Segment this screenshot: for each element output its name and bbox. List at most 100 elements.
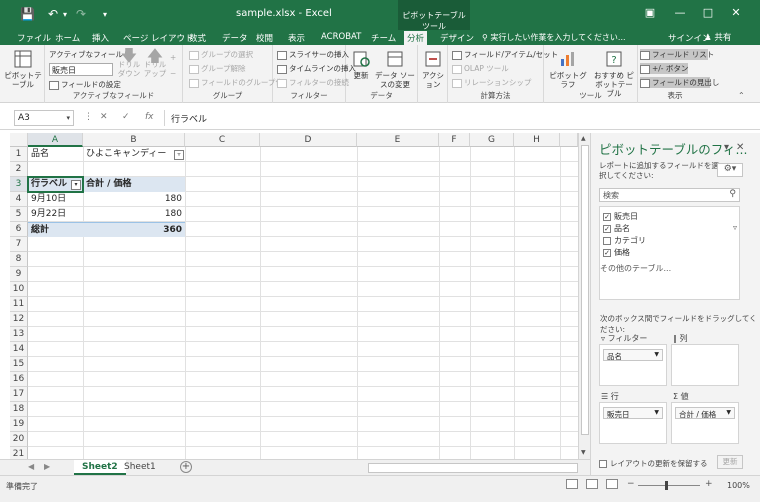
cell-a4[interactable]: 9月10日 [28,192,83,207]
zoom-level[interactable]: 100% [727,481,750,490]
cell-b5[interactable]: 180 [83,207,185,222]
fields-items-sets-button[interactable]: フィールド/アイテム/セット [452,49,558,60]
field-item-price[interactable]: ✓ 価格 [603,247,630,258]
row-header[interactable]: 2 [10,162,28,177]
tab-view[interactable]: 表示 [285,31,308,45]
cell-a5[interactable]: 9月22日 [28,207,83,222]
rows-drop-zone[interactable]: 販売日 ▼ [599,402,667,444]
field-headers-toggle[interactable]: フィールドの見出し [640,77,719,88]
checkbox-checked[interactable]: ✓ [603,212,611,221]
cell-b1[interactable]: ひよこキャンディー [83,147,171,162]
pane-close-icon[interactable]: ✕ [736,142,744,153]
expand-field-icon[interactable]: + [170,53,176,62]
vertical-scrollbar[interactable]: ▲ ▼ [578,133,590,459]
row-header[interactable]: 13 [10,327,28,342]
pane-options-icon[interactable]: ▾ [724,142,729,153]
insert-function-icon[interactable]: fx [145,112,154,122]
values-drop-zone[interactable]: 合計 / 価格 ▼ [671,402,739,444]
insert-timeline-button[interactable]: タイムラインの挿入 [277,63,356,74]
maximize-icon[interactable]: □ [698,6,718,22]
pivottable-options-button[interactable]: ピボットテーブル [4,49,42,89]
row-header[interactable]: 14 [10,342,28,357]
tab-data[interactable]: データ [219,31,251,45]
insert-slicer-button[interactable]: スライサーの挿入 [277,49,349,60]
checkbox-unchecked[interactable] [599,460,607,468]
row-header[interactable]: 6 [10,222,28,237]
column-header-b[interactable]: B [83,133,185,147]
row-header[interactable]: 11 [10,297,28,312]
collapse-field-icon[interactable]: − [170,69,176,78]
row-header[interactable]: 17 [10,387,28,402]
column-header-g[interactable]: G [470,133,514,147]
tab-file[interactable]: ファイル [14,31,54,45]
field-item-product-name[interactable]: ✓ 品名 ▿ [603,223,741,234]
cell-a6[interactable]: 総計 [28,222,83,237]
customize-qat-icon[interactable]: ▾ [103,10,107,19]
drilldown-button[interactable]: 🡇 ドリル ダウン [117,48,141,79]
column-header-d[interactable]: D [260,133,357,147]
save-icon[interactable]: 💾 [20,7,35,21]
cell-b3[interactable]: 合計 / 価格 [83,177,185,192]
field-item-category[interactable]: カテゴリ [603,235,646,246]
tab-acrobat[interactable]: ACROBAT [318,31,364,45]
minimize-icon[interactable]: — [670,6,690,22]
active-field-input[interactable]: 販売日 [49,63,113,76]
zoom-out-icon[interactable]: − [627,479,635,489]
row-header[interactable]: 15 [10,357,28,372]
row-header[interactable]: 8 [10,252,28,267]
cell-b6[interactable]: 360 [83,222,185,237]
column-header-f[interactable]: F [439,133,470,147]
field-settings-button[interactable]: フィールドの設定 [49,79,121,90]
filter-active-icon[interactable]: ▿ [174,150,184,160]
undo-icon[interactable]: ↶ [48,7,58,21]
worksheet-grid[interactable]: A B C D E F G H 1 2 3 4 5 6 7 8 9 10 11 12 13 14 15 16 1… [10,133,578,459]
row-header[interactable]: 19 [10,417,28,432]
page-break-view-icon[interactable] [606,479,618,489]
olap-tools-button[interactable]: OLAP ツール [452,63,509,74]
zoom-slider-knob[interactable] [665,481,668,490]
name-box-dropdown-icon[interactable]: ▾ [66,114,70,122]
sheet-tab-sheet1[interactable]: Sheet1 [116,460,164,475]
update-button[interactable]: 更新 [717,455,743,469]
chevron-down-icon[interactable]: ▼ [726,409,731,416]
row-header[interactable]: 18 [10,402,28,417]
row-header[interactable]: 10 [10,282,28,297]
column-header-c[interactable]: C [185,133,260,147]
field-item-sale-date[interactable]: ✓ 販売日 [603,211,638,222]
checkbox-checked[interactable]: ✓ [603,248,611,257]
chevron-down-icon[interactable]: ▼ [654,351,659,358]
pivotchart-button[interactable]: ピボットグラフ [546,49,590,89]
other-tables-link[interactable]: その他のテーブル... [600,263,671,274]
zoom-slider[interactable] [638,485,700,486]
row-header[interactable]: 12 [10,312,28,327]
buttons-toggle[interactable]: +/- ボタン [640,63,688,74]
row-header[interactable]: 20 [10,432,28,447]
filter-drop-zone[interactable]: 品名 ▼ [599,344,667,386]
row-header[interactable]: 1 [10,147,28,162]
vertical-scroll-thumb[interactable] [581,145,589,435]
actions-button[interactable]: アクション [420,49,446,89]
column-header-h[interactable]: H [514,133,560,147]
scroll-up-icon[interactable]: ▲ [581,135,586,142]
row-header[interactable]: 9 [10,267,28,282]
prev-sheet-icon[interactable]: ◀ [28,462,34,471]
group-selection-button[interactable]: グループの選択 [189,49,253,60]
gear-icon[interactable]: ⚙▾ [717,163,743,177]
row-header[interactable]: 21 [10,447,28,459]
column-header-i[interactable] [560,133,578,147]
chevron-down-icon[interactable]: ▼ [654,409,659,416]
group-field-button[interactable]: フィールドのグループ化 [189,77,283,88]
tell-me-box[interactable]: ⚲ 実行したい作業を入力してください... [482,32,626,43]
formula-input[interactable]: 行ラベル [164,110,746,126]
checkbox-checked[interactable]: ✓ [603,224,611,233]
row-header[interactable]: 7 [10,237,28,252]
ribbon-display-options-icon[interactable]: ▣ [640,6,660,22]
cell-b4[interactable]: 180 [83,192,185,207]
row-header[interactable]: 3 [10,177,28,192]
share-button[interactable]: ♟ 共有 [704,31,731,43]
columns-drop-zone[interactable] [671,344,739,386]
horizontal-scrollbar[interactable] [368,463,578,473]
page-layout-view-icon[interactable] [586,479,598,489]
select-all-corner[interactable] [10,133,28,147]
rows-field-chip[interactable]: 販売日 ▼ [603,407,663,419]
